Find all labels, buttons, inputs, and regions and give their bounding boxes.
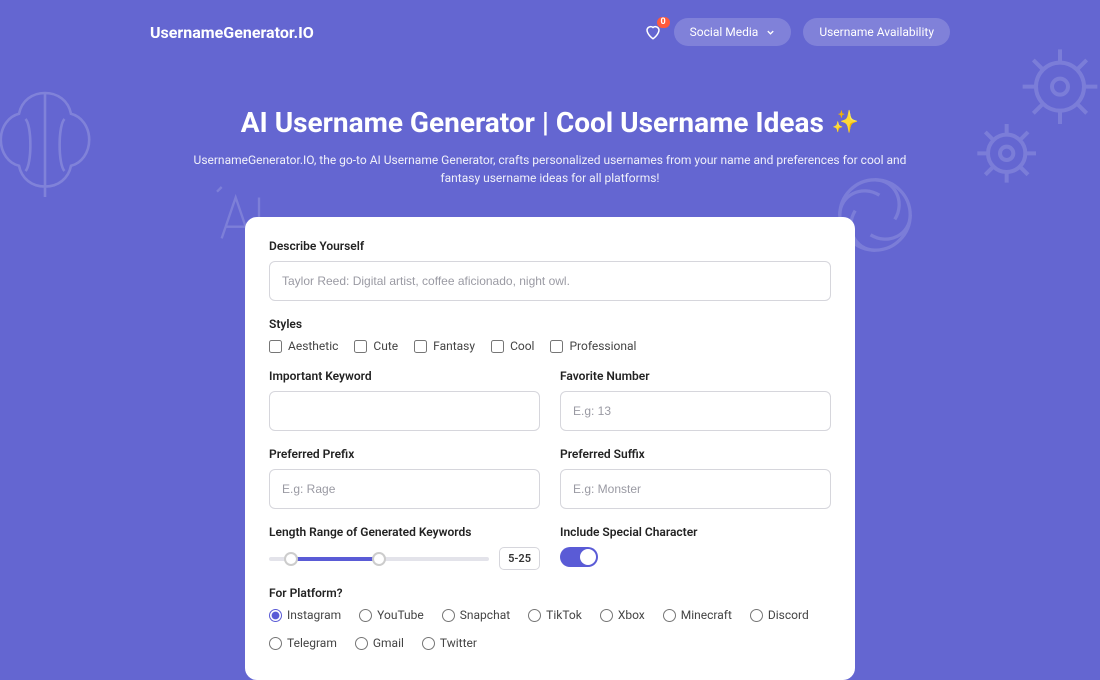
gears-icon: [960, 40, 1100, 200]
platform-option-instagram[interactable]: Instagram: [269, 608, 341, 622]
special-label: Include Special Character: [560, 525, 831, 539]
favorites-count-badge: 0: [657, 17, 670, 28]
username-availability-button[interactable]: Username Availability: [803, 18, 950, 46]
social-media-dropdown[interactable]: Social Media: [674, 18, 792, 46]
hero: AI Username Generator | Cool Username Id…: [0, 106, 1100, 187]
availability-label: Username Availability: [819, 25, 934, 39]
style-option-cute[interactable]: Cute: [354, 339, 398, 353]
header-nav: 0 Social Media Username Availability: [644, 18, 950, 46]
describe-label: Describe Yourself: [269, 239, 831, 253]
style-option-fantasy[interactable]: Fantasy: [414, 339, 475, 353]
header: UsernameGenerator.IO 0 Social Media User…: [0, 0, 1100, 46]
keyword-input[interactable]: [269, 391, 540, 431]
platform-option-youtube[interactable]: YouTube: [359, 608, 424, 622]
chevron-down-icon: [766, 28, 775, 37]
site-logo[interactable]: UsernameGenerator.IO: [150, 23, 314, 42]
prefix-input[interactable]: [269, 469, 540, 509]
brain-icon: [0, 80, 110, 210]
social-media-label: Social Media: [690, 25, 759, 39]
platform-label: For Platform?: [269, 586, 831, 600]
favorite-number-input[interactable]: [560, 391, 831, 431]
keyword-label: Important Keyword: [269, 369, 540, 383]
style-option-cool[interactable]: Cool: [491, 339, 534, 353]
suffix-input[interactable]: [560, 469, 831, 509]
platform-option-xbox[interactable]: Xbox: [600, 608, 645, 622]
prefix-label: Preferred Prefix: [269, 447, 540, 461]
platform-option-tiktok[interactable]: TikTok: [528, 608, 582, 622]
styles-label: Styles: [269, 317, 831, 331]
sparkle-icon: ✨: [832, 110, 859, 135]
style-option-aesthetic[interactable]: Aesthetic: [269, 339, 338, 353]
favorite-number-label: Favorite Number: [560, 369, 831, 383]
length-range-value: 5-25: [499, 547, 540, 570]
generator-form: Describe Yourself Styles Aesthetic Cute Fa…: [245, 217, 855, 680]
platform-option-gmail[interactable]: Gmail: [355, 636, 404, 650]
special-char-toggle[interactable]: [560, 547, 598, 567]
page-subtitle: UsernameGenerator.IO, the go-to AI Usern…: [190, 151, 910, 187]
page-title: AI Username Generator | Cool Username Id…: [241, 106, 860, 139]
style-option-professional[interactable]: Professional: [550, 339, 636, 353]
favorites-button[interactable]: 0: [644, 23, 662, 41]
platform-option-telegram[interactable]: Telegram: [269, 636, 337, 650]
describe-input[interactable]: [269, 261, 831, 301]
suffix-label: Preferred Suffix: [560, 447, 831, 461]
platform-option-snapchat[interactable]: Snapchat: [442, 608, 510, 622]
platform-option-twitter[interactable]: Twitter: [422, 636, 477, 650]
length-label: Length Range of Generated Keywords: [269, 525, 540, 539]
length-slider[interactable]: [269, 557, 489, 561]
platform-option-minecraft[interactable]: Minecraft: [663, 608, 732, 622]
platform-option-discord[interactable]: Discord: [750, 608, 809, 622]
